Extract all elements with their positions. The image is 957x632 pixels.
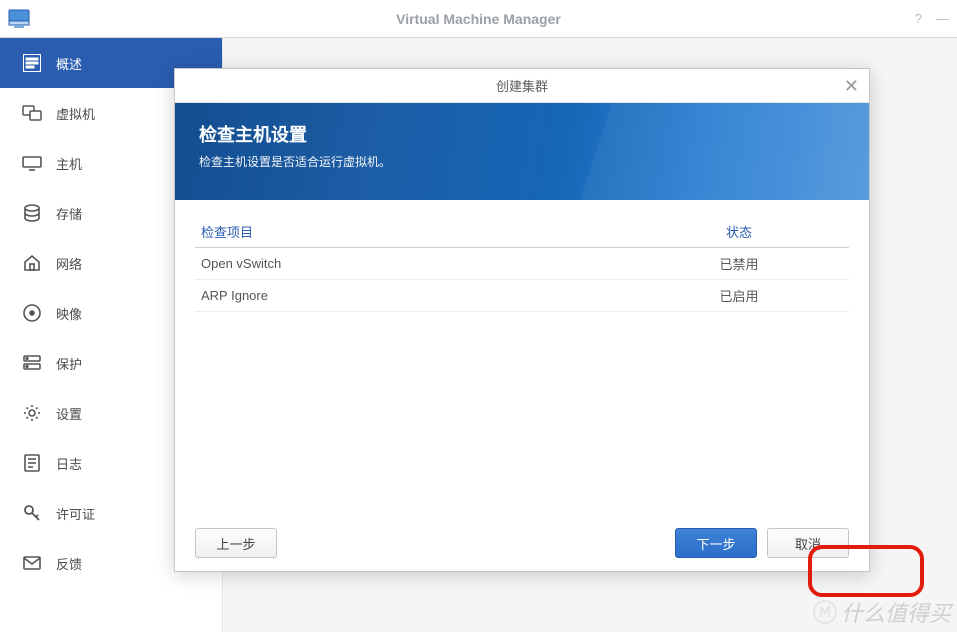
title-bar: Virtual Machine Manager ? — xyxy=(0,0,957,38)
cell-item: ARP Ignore xyxy=(195,288,629,303)
cell-status: 已禁用 xyxy=(629,254,849,273)
gear-icon xyxy=(20,404,44,422)
vm-icon xyxy=(20,105,44,121)
sidebar-item-label: 日志 xyxy=(56,454,82,473)
sidebar-item-label: 许可证 xyxy=(56,504,95,523)
log-icon xyxy=(20,454,44,472)
window-title: Virtual Machine Manager xyxy=(0,11,957,27)
cancel-button[interactable]: 取消 xyxy=(767,528,849,558)
storage-icon xyxy=(20,204,44,222)
image-icon xyxy=(20,304,44,322)
close-icon[interactable]: ✕ xyxy=(844,76,859,97)
banner-heading: 检查主机设置 xyxy=(199,121,845,147)
sidebar-item-label: 网络 xyxy=(56,254,82,273)
banner-subtitle: 检查主机设置是否适合运行虚拟机。 xyxy=(199,153,845,170)
next-button[interactable]: 下一步 xyxy=(675,528,757,558)
check-table: 检查项目 状态 Open vSwitch 已禁用 ARP Ignore 已启用 xyxy=(195,216,849,312)
help-icon[interactable]: ? xyxy=(915,11,922,26)
sidebar-item-label: 虚拟机 xyxy=(56,104,95,123)
overview-icon xyxy=(20,54,44,72)
watermark-text: 什么值得买 xyxy=(841,596,951,628)
sidebar-item-label: 概述 xyxy=(56,54,82,73)
key-icon xyxy=(20,504,44,522)
sidebar-item-label: 主机 xyxy=(56,154,82,173)
sidebar-item-label: 反馈 xyxy=(56,554,82,573)
table-header: 检查项目 状态 xyxy=(195,216,849,248)
app-icon xyxy=(8,9,30,29)
dialog-title-bar: 创建集群 ✕ xyxy=(175,69,869,103)
header-status: 状态 xyxy=(629,222,849,241)
table-row: Open vSwitch 已禁用 xyxy=(195,248,849,280)
dialog-body: 检查项目 状态 Open vSwitch 已禁用 ARP Ignore 已启用 xyxy=(175,200,869,515)
minimize-icon[interactable]: — xyxy=(936,11,949,26)
dialog-banner: 检查主机设置 检查主机设置是否适合运行虚拟机。 xyxy=(175,103,869,200)
sidebar-item-label: 保护 xyxy=(56,354,82,373)
network-icon xyxy=(20,254,44,272)
cell-status: 已启用 xyxy=(629,286,849,305)
header-item: 检查项目 xyxy=(195,222,629,241)
dialog-title: 创建集群 xyxy=(496,76,548,95)
prev-button[interactable]: 上一步 xyxy=(195,528,277,558)
dialog-footer: 上一步 下一步 取消 xyxy=(175,515,869,571)
sidebar-item-label: 映像 xyxy=(56,304,82,323)
window-controls: ? — xyxy=(915,11,949,26)
mail-icon xyxy=(20,556,44,570)
sidebar-item-label: 设置 xyxy=(56,404,82,423)
create-cluster-dialog: 创建集群 ✕ 检查主机设置 检查主机设置是否适合运行虚拟机。 检查项目 状态 O… xyxy=(174,68,870,572)
cell-item: Open vSwitch xyxy=(195,256,629,271)
protect-icon xyxy=(20,355,44,371)
host-icon xyxy=(20,155,44,171)
table-row: ARP Ignore 已启用 xyxy=(195,280,849,312)
sidebar-item-label: 存储 xyxy=(56,204,82,223)
watermark: 什么值得买 xyxy=(813,596,951,628)
